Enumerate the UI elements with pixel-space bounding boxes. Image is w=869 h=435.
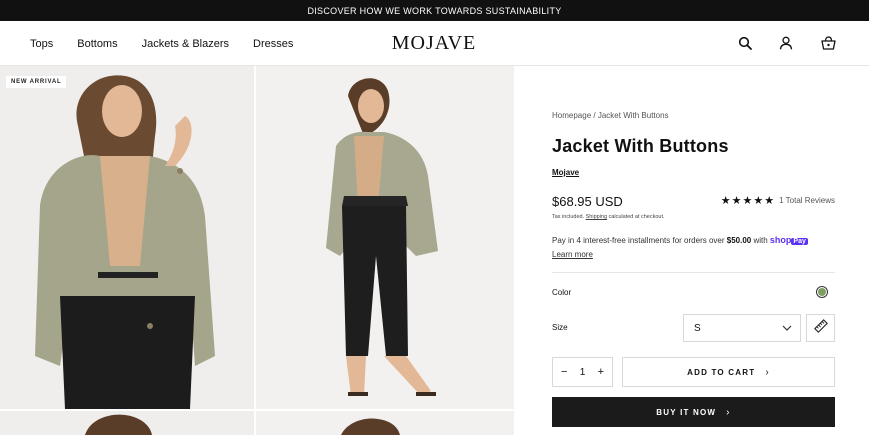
quantity-value[interactable]: 1 xyxy=(580,367,586,378)
product-info: Homepage / Jacket With Buttons Jacket Wi… xyxy=(552,66,835,435)
review-count: 1 Total Reviews xyxy=(779,196,835,205)
tax-note: Tax included. Shipping calculated at che… xyxy=(552,214,665,220)
buy-now-label: BUY IT NOW xyxy=(656,407,717,417)
product-image-4[interactable] xyxy=(256,411,514,435)
chevron-down-icon xyxy=(782,324,792,335)
chevron-right-icon: › xyxy=(765,366,770,378)
shop-pay-shop: shop xyxy=(769,235,792,245)
reviews-summary[interactable]: ★★★★★ 1 Total Reviews xyxy=(721,194,835,207)
installments-with: with xyxy=(753,236,768,245)
nav-item-dresses[interactable]: Dresses xyxy=(253,38,293,50)
product-brand-link[interactable]: Mojave xyxy=(552,168,579,177)
shop-pay-logo: shop Pay xyxy=(770,235,808,245)
product-image-1[interactable]: NEW ARRIVAL xyxy=(0,66,254,409)
nav-item-jackets-blazers[interactable]: Jackets & Blazers xyxy=(142,38,229,50)
review-count-number: 1 xyxy=(779,196,784,205)
quantity-increase-button[interactable]: + xyxy=(598,366,604,378)
cart-icon[interactable] xyxy=(819,34,837,52)
tax-suffix: calculated at checkout. xyxy=(608,214,665,220)
size-selected-value: S xyxy=(694,322,701,334)
search-icon[interactable] xyxy=(736,34,754,52)
divider xyxy=(552,272,835,273)
site-logo[interactable]: MOJAVE xyxy=(384,31,484,55)
product-title: Jacket With Buttons xyxy=(552,136,729,156)
product-gallery: NEW ARRIVAL xyxy=(0,66,514,435)
installments-info: Pay in 4 interest-free installments for … xyxy=(552,234,835,261)
buy-now-button[interactable]: BUY IT NOW › xyxy=(552,397,835,427)
quantity-decrease-button[interactable]: − xyxy=(561,366,567,378)
new-arrival-badge: NEW ARRIVAL xyxy=(6,76,67,88)
breadcrumb-home[interactable]: Homepage xyxy=(552,111,591,120)
shop-pay-pay: Pay xyxy=(791,238,808,245)
installments-text: Pay in 4 interest-free installments for … xyxy=(552,236,725,245)
swatch-fill xyxy=(818,288,826,296)
breadcrumb-separator: / xyxy=(593,111,596,120)
nav-item-bottoms[interactable]: Bottoms xyxy=(77,38,117,50)
breadcrumb: Homepage / Jacket With Buttons xyxy=(552,111,669,120)
color-swatch-green[interactable] xyxy=(816,286,828,298)
chevron-right-icon: › xyxy=(726,406,731,418)
main-nav: Tops Bottoms Jackets & Blazers Dresses xyxy=(30,21,317,66)
size-guide-button[interactable] xyxy=(806,314,835,342)
breadcrumb-current: Jacket With Buttons xyxy=(597,111,669,120)
announcement-bar[interactable]: DISCOVER HOW WE WORK TOWARDS SUSTAINABIL… xyxy=(0,0,869,21)
tax-prefix: Tax included. xyxy=(552,214,585,220)
size-select[interactable]: S xyxy=(683,314,801,342)
add-to-cart-button[interactable]: ADD TO CART › xyxy=(622,357,835,387)
product-image-2[interactable] xyxy=(256,66,514,409)
learn-more-link[interactable]: Learn more xyxy=(552,250,593,259)
product-image-3[interactable] xyxy=(0,411,254,435)
review-count-label: Total Reviews xyxy=(785,196,835,205)
installments-amount: $50.00 xyxy=(726,236,752,245)
size-label: Size xyxy=(552,323,568,332)
add-to-cart-label: ADD TO CART xyxy=(687,367,756,377)
nav-item-tops[interactable]: Tops xyxy=(30,38,53,50)
color-label: Color xyxy=(552,288,572,297)
shipping-link[interactable]: Shipping xyxy=(586,214,607,220)
account-icon[interactable] xyxy=(777,34,795,52)
site-header: Tops Bottoms Jackets & Blazers Dresses M… xyxy=(0,21,869,66)
announcement-text[interactable]: DISCOVER HOW WE WORK TOWARDS SUSTAINABIL… xyxy=(307,6,561,16)
rating-stars: ★★★★★ xyxy=(720,195,776,207)
product-price: $68.95 USD xyxy=(552,194,623,209)
quantity-stepper: − 1 + xyxy=(552,357,613,387)
ruler-icon xyxy=(813,318,828,338)
